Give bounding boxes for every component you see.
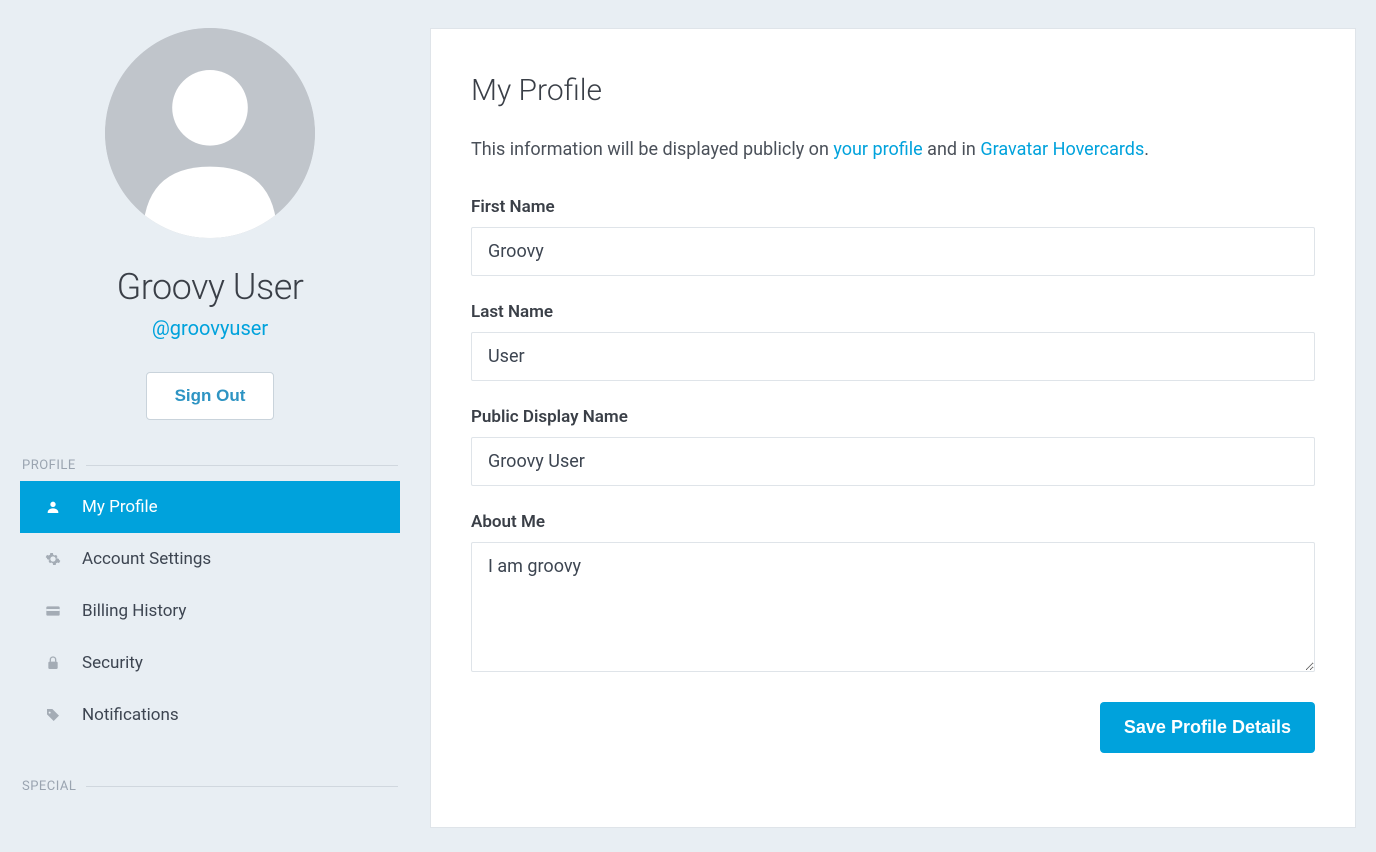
main-content: My Profile This information will be disp… (430, 28, 1356, 828)
nav-item-my-profile[interactable]: My Profile (20, 481, 400, 533)
nav-item-label: Billing History (82, 601, 186, 621)
nav-section-special: SPECIAL (20, 779, 400, 794)
nav-item-billing-history[interactable]: Billing History (20, 585, 400, 637)
nav-profile: My Profile Account Settings Billing Hist… (20, 481, 400, 741)
gear-icon (44, 550, 62, 568)
nav-section-profile: PROFILE (20, 458, 400, 473)
nav-item-label: Notifications (82, 705, 179, 725)
field-last-name: Last Name (471, 302, 1315, 381)
nav-item-label: Account Settings (82, 549, 211, 569)
about-me-label: About Me (471, 512, 1315, 532)
last-name-label: Last Name (471, 302, 1315, 322)
subtitle-text: . (1144, 139, 1149, 160)
last-name-input[interactable] (471, 332, 1315, 381)
nav-item-label: My Profile (82, 497, 158, 517)
sign-out-button[interactable]: Sign Out (146, 372, 275, 420)
profile-summary: Groovy User @groovyuser Sign Out (20, 28, 400, 420)
form-actions: Save Profile Details (471, 702, 1315, 753)
field-public-display-name: Public Display Name (471, 407, 1315, 486)
page-title: My Profile (471, 73, 1315, 108)
save-profile-button[interactable]: Save Profile Details (1100, 702, 1315, 753)
public-display-name-label: Public Display Name (471, 407, 1315, 427)
about-me-textarea[interactable] (471, 542, 1315, 672)
your-profile-link[interactable]: your profile (833, 139, 922, 160)
page-subtitle: This information will be displayed publi… (471, 136, 1315, 163)
avatar[interactable] (105, 28, 315, 238)
person-icon (105, 28, 315, 238)
subtitle-text: This information will be displayed publi… (471, 139, 833, 160)
nav-item-notifications[interactable]: Notifications (20, 689, 400, 741)
display-name: Groovy User (117, 266, 304, 308)
credit-card-icon (44, 602, 62, 620)
sidebar: Groovy User @groovyuser Sign Out PROFILE… (20, 28, 400, 828)
tag-icon (44, 706, 62, 724)
gravatar-hovercards-link[interactable]: Gravatar Hovercards (980, 139, 1144, 160)
user-icon (44, 498, 62, 516)
field-first-name: First Name (471, 197, 1315, 276)
user-handle[interactable]: @groovyuser (152, 316, 268, 340)
subtitle-text: and in (923, 139, 981, 160)
nav-item-security[interactable]: Security (20, 637, 400, 689)
nav-item-label: Security (82, 653, 143, 673)
nav-item-account-settings[interactable]: Account Settings (20, 533, 400, 585)
lock-icon (44, 654, 62, 672)
field-about-me: About Me (471, 512, 1315, 676)
public-display-name-input[interactable] (471, 437, 1315, 486)
first-name-label: First Name (471, 197, 1315, 217)
first-name-input[interactable] (471, 227, 1315, 276)
